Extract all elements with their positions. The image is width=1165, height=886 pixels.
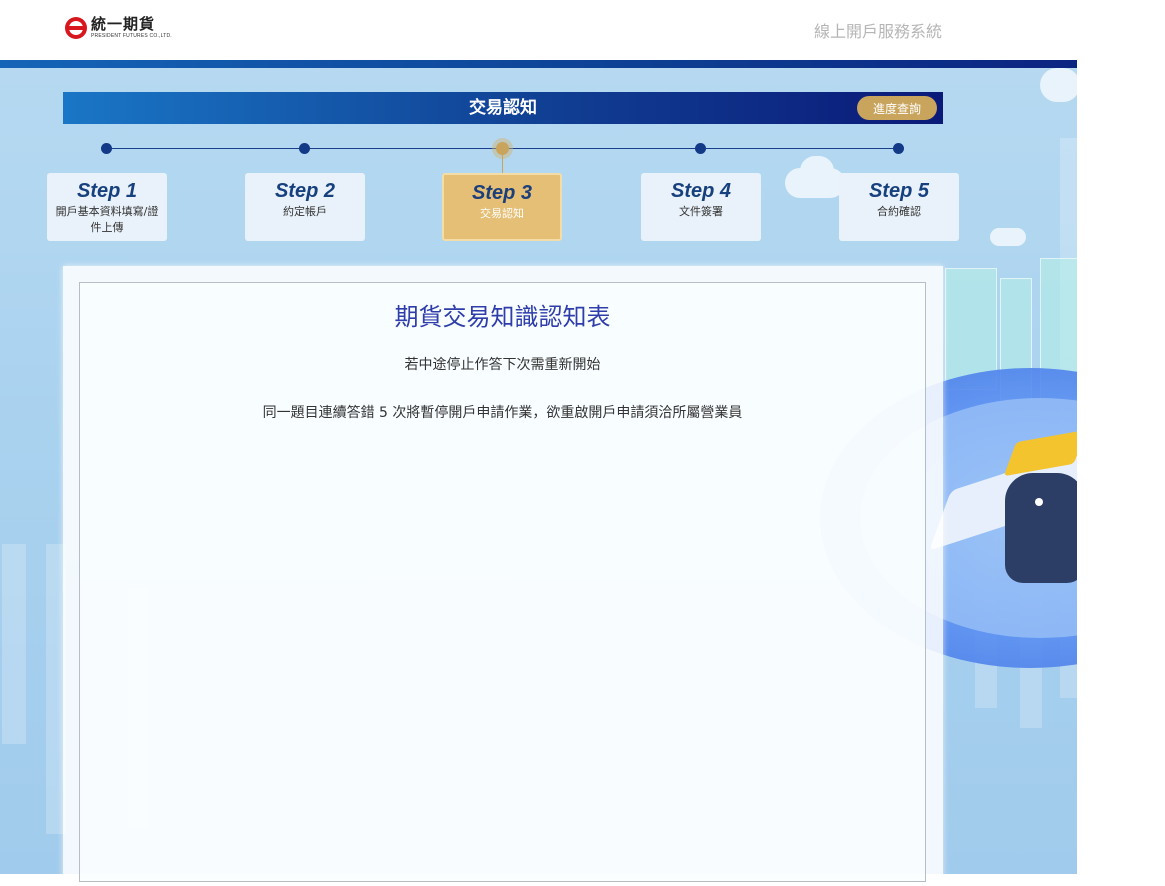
progress-query-button[interactable]: 進度查詢 [857, 96, 937, 120]
step-2[interactable]: Step 2 約定帳戶 [245, 173, 365, 241]
step-label: 交易認知 [480, 207, 524, 220]
step-4-dot [695, 143, 706, 154]
system-title: 線上開戶服務系統 [813, 22, 942, 41]
step-3-current[interactable]: Step 3 交易認知 [442, 173, 562, 241]
step-number: Step 3 [471, 182, 533, 204]
step-5[interactable]: Step 5 合約確認 [839, 173, 959, 241]
logo-subtitle: PRESIDENT FUTURES CO.,LTD. [91, 33, 172, 39]
active-step-connector [502, 154, 503, 174]
company-logo[interactable]: 統一期貨 PRESIDENT FUTURES CO.,LTD. [65, 15, 172, 41]
step-number: Step 5 [868, 180, 930, 202]
step-1-dot [101, 143, 112, 154]
step-label: 文件簽署 [679, 205, 723, 218]
step-5-dot [893, 143, 904, 154]
step-number: Step 1 [76, 180, 138, 202]
step-label: 合約確認 [877, 205, 921, 218]
step-label: 開戶基本資料填寫/證件上傳 [55, 205, 159, 234]
page-title: 交易認知 [469, 98, 537, 118]
step-1[interactable]: Step 1 開戶基本資料填寫/證件上傳 [47, 173, 167, 241]
step-number: Step 2 [274, 180, 336, 202]
robot-illustration [1005, 473, 1077, 583]
questionnaire-panel: 期貨交易知識認知表 若中途停止作答下次需重新開始 同一題目連續答錯 5 次將暫停… [79, 282, 926, 882]
page-banner: 交易認知 進度查詢 [63, 92, 943, 124]
step-number: Step 4 [670, 180, 732, 202]
suspension-notice: 同一題目連續答錯 5 次將暫停開戶申請作業，欲重啟開戶申請須洽所屬營業員 [262, 405, 743, 421]
questionnaire-title: 期貨交易知識認知表 [394, 303, 611, 331]
step-2-dot [299, 143, 310, 154]
logo-name: 統一期貨 [91, 15, 156, 33]
site-header: 統一期貨 PRESIDENT FUTURES CO.,LTD. 線上開戶服務系統 [0, 0, 1165, 60]
step-4[interactable]: Step 4 文件簽署 [641, 173, 761, 241]
logo-mark-icon [65, 17, 87, 39]
step-label: 約定帳戶 [283, 205, 327, 218]
header-divider-bar [0, 60, 1077, 68]
restart-notice: 若中途停止作答下次需重新開始 [404, 357, 601, 373]
